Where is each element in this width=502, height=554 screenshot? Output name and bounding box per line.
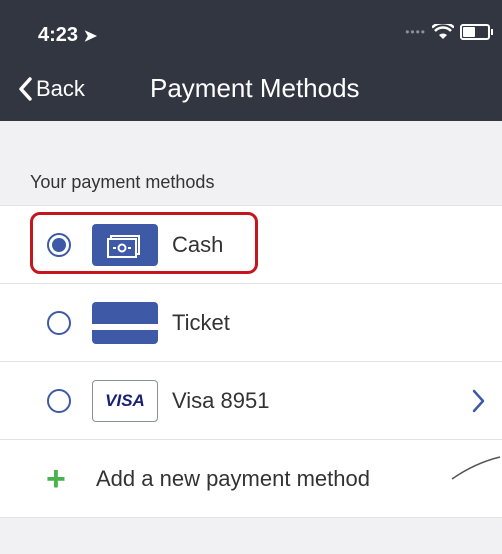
payment-method-ticket[interactable]: Ticket [0,283,502,361]
time-text: 4:23 [38,24,79,46]
battery-icon [460,24,493,40]
back-label: Back [36,76,85,101]
payment-method-visa[interactable]: VISA Visa 8951 [0,361,502,439]
back-button[interactable]: Back [18,76,85,102]
chevron-right-icon[interactable] [472,389,486,413]
add-payment-method-button[interactable]: + Add a new payment method [0,439,502,518]
location-arrow-icon: ➤ [83,28,97,45]
radio-visa[interactable] [47,388,71,413]
plus-icon: + [46,459,66,498]
payment-method-label: Visa 8951 [172,387,270,413]
top-bar: 4:23 ➤ •••• Back Payment Methods [0,0,502,121]
page-title: Payment Methods [150,73,360,103]
ticket-icon [92,301,158,344]
wifi-icon [432,24,454,39]
payment-method-label: Ticket [172,309,230,335]
visa-logo-text: VISA [105,390,145,410]
visa-logo: VISA [92,379,158,422]
annotation-line [451,456,501,480]
chevron-left-icon [19,77,32,101]
status-icons: •••• [405,24,493,40]
status-time: 4:23 ➤ [38,24,97,47]
selection-highlight [30,212,258,274]
signal-icon: •••• [405,25,426,39]
radio-ticket[interactable] [47,310,71,335]
section-header: Your payment methods [30,172,215,192]
add-payment-method-label: Add a new payment method [96,465,370,491]
